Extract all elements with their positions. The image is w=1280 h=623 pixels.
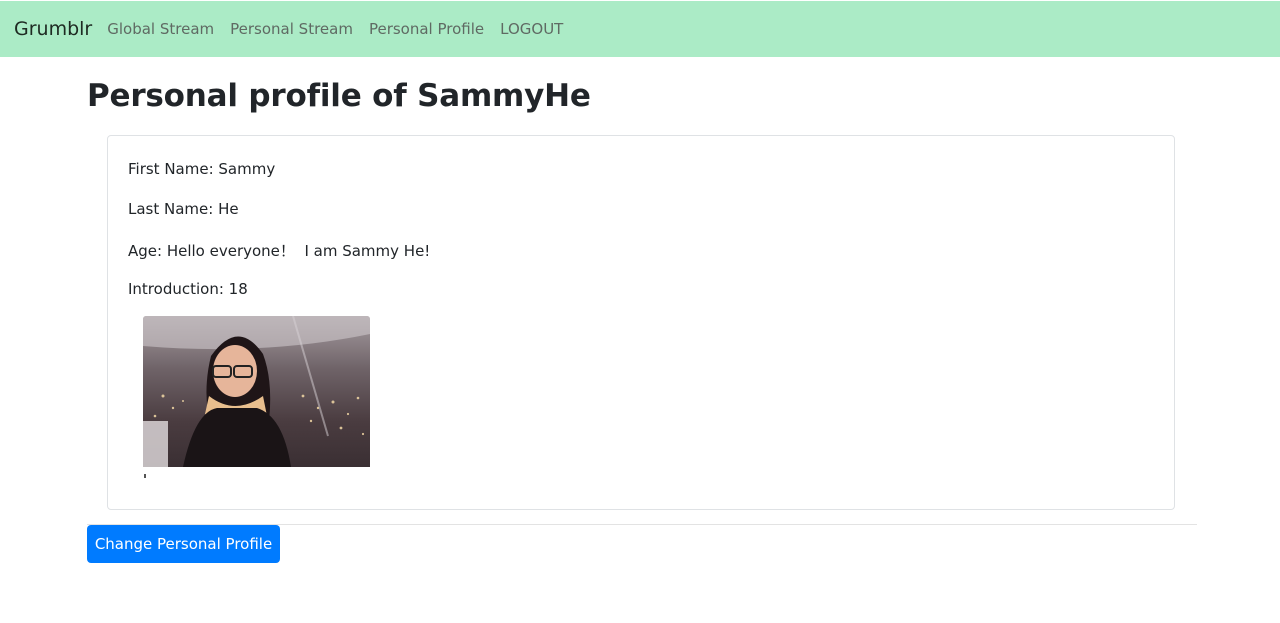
- first-name-field: First Name: Sammy: [128, 160, 276, 178]
- nav-logout[interactable]: LOGOUT: [500, 20, 563, 38]
- change-profile-button[interactable]: Change Personal Profile: [87, 525, 280, 563]
- last-name-field: Last Name: He: [128, 200, 239, 218]
- age-field: Age: Hello everyone！ I am Sammy He!: [128, 242, 431, 260]
- profile-card: First Name: Sammy Last Name: He Age: Hel…: [107, 135, 1175, 510]
- nav-global-stream[interactable]: Global Stream: [107, 20, 214, 38]
- introduction-field: Introduction: 18: [128, 280, 248, 298]
- brand-link[interactable]: Grumblr: [14, 18, 92, 40]
- profile-photo: [143, 316, 370, 467]
- navbar: Grumblr Global Stream Personal Stream Pe…: [0, 1, 1280, 57]
- page-title: Personal profile of SammyHe: [87, 78, 591, 114]
- nav-personal-stream[interactable]: Personal Stream: [230, 20, 353, 38]
- nav-personal-profile[interactable]: Personal Profile: [369, 20, 484, 38]
- photo-caption-mark: [144, 474, 146, 478]
